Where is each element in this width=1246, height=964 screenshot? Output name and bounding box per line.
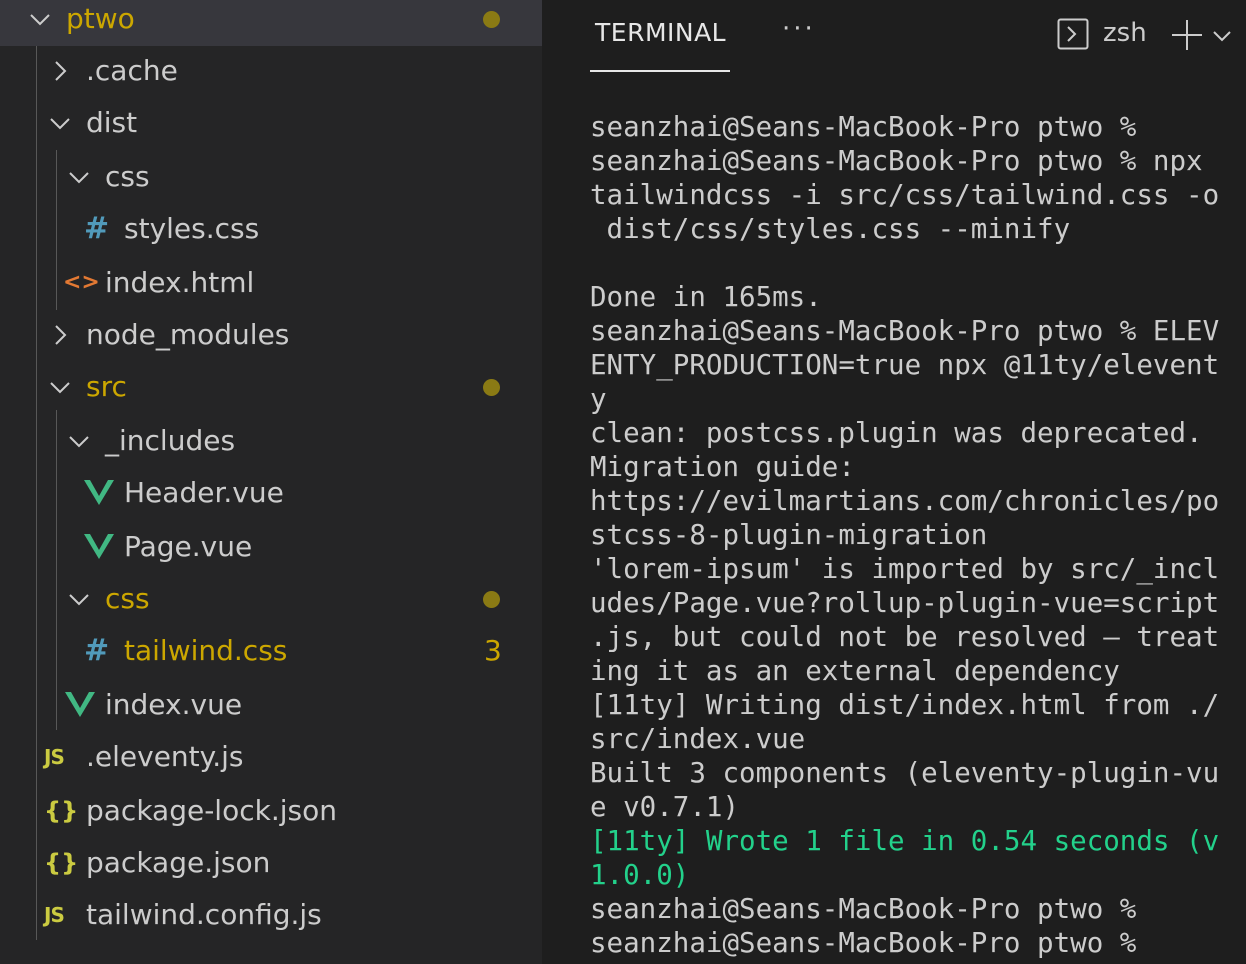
tab-terminal[interactable]: TERMINAL (595, 18, 726, 47)
tree-label: css (105, 160, 150, 193)
terminal-line: y (590, 383, 607, 415)
terminal-line: seanzhai@Seans-MacBook-Pro ptwo % (590, 927, 1137, 959)
terminal-line: Done in 165ms. (590, 281, 822, 313)
css-file-icon: # (84, 211, 110, 246)
shell-name[interactable]: zsh (1103, 18, 1147, 48)
tree-label: tailwind.config.js (86, 898, 322, 931)
tree-file-index-vue[interactable]: index.vue (0, 680, 542, 732)
tree-file-package-json[interactable]: {} package.json (0, 838, 542, 890)
more-actions-icon[interactable]: ··· (782, 14, 816, 44)
chevron-down-icon (48, 375, 72, 399)
terminal-line: [11ty] Wrote 1 file in 0.54 seconds (v (590, 825, 1220, 857)
vue-file-icon (84, 532, 114, 562)
tree-label: _includes (105, 424, 236, 457)
terminal-line: seanzhai@Seans-MacBook-Pro ptwo % npx (590, 145, 1203, 177)
tree-label: ptwo (66, 2, 135, 35)
json-file-icon: {} (44, 849, 79, 877)
problems-count-badge: 3 (484, 634, 502, 667)
tree-folder-includes[interactable]: _includes (0, 416, 542, 468)
chevron-down-icon (28, 7, 52, 31)
js-file-icon: JS (44, 745, 65, 769)
tree-folder-ptwo[interactable]: ptwo (0, 0, 542, 46)
terminal-line: ing it as an external dependency (590, 655, 1120, 687)
tree-label: .cache (86, 54, 178, 87)
vscode-window: ptwo .cache dist css # styles.css <> ind… (0, 0, 1246, 964)
tree-label: src (86, 370, 127, 403)
terminal-line: udes/Page.vue?rollup-plugin-vue=script (590, 587, 1220, 619)
chevron-down-icon (67, 165, 91, 189)
tree-folder-dist[interactable]: dist (0, 98, 542, 150)
tree-file-index-html[interactable]: <> index.html (0, 258, 542, 310)
css-file-icon: # (84, 633, 110, 668)
tree-label: styles.css (124, 212, 260, 245)
tree-label: dist (86, 106, 138, 139)
terminal-line: seanzhai@Seans-MacBook-Pro ptwo % (590, 111, 1137, 143)
active-tab-indicator (590, 70, 730, 72)
new-terminal-plus-icon[interactable] (1170, 18, 1204, 52)
tree-file-package-lock-json[interactable]: {} package-lock.json (0, 786, 542, 838)
tree-file-tailwind-css[interactable]: # tailwind.css 3 (0, 626, 542, 678)
terminal-panel: TERMINAL ··· zsh seanzhai@Seans-MacBook-… (542, 0, 1246, 964)
tree-file-page-vue[interactable]: Page.vue (0, 522, 542, 574)
chevron-right-icon (48, 59, 72, 83)
tree-label: Page.vue (124, 530, 253, 563)
tree-folder-node-modules[interactable]: node_modules (0, 310, 542, 362)
terminal-line: src/index.vue (590, 723, 806, 755)
terminal-line: https://evilmartians.com/chronicles/po (590, 485, 1220, 517)
tree-folder-src[interactable]: src (0, 362, 542, 414)
explorer-sidebar: ptwo .cache dist css # styles.css <> ind… (0, 0, 542, 964)
tree-label: .eleventy.js (86, 740, 244, 773)
modified-dot (483, 379, 500, 396)
terminal-line: 1.0.0) (590, 859, 690, 891)
json-file-icon: {} (44, 797, 79, 825)
tree-label: index.html (105, 266, 255, 299)
tree-label: css (105, 582, 150, 615)
terminal-line: Built 3 components (eleventy-plugin-vu (590, 757, 1220, 789)
terminal-output[interactable]: seanzhai@Seans-MacBook-Pro ptwo % seanzha… (590, 110, 1246, 960)
terminal-line: clean: postcss.plugin was deprecated. (590, 417, 1203, 449)
terminal-line: Migration guide: (590, 451, 855, 483)
chevron-down-icon[interactable] (1212, 26, 1232, 46)
terminal-shell-icon[interactable] (1057, 18, 1089, 50)
html-file-icon: <> (63, 270, 100, 295)
tree-file-tailwind-config-js[interactable]: JS tailwind.config.js (0, 890, 542, 942)
chevron-down-icon (67, 429, 91, 453)
tree-label: Header.vue (124, 476, 284, 509)
tree-label: index.vue (105, 688, 243, 721)
terminal-line: dist/css/styles.css --minify (590, 213, 1071, 245)
tree-label: package-lock.json (86, 794, 337, 827)
terminal-line: stcss-8-plugin-migration (590, 519, 988, 551)
tree-file-eleventy-js[interactable]: JS .eleventy.js (0, 732, 542, 784)
tree-file-styles-css[interactable]: # styles.css (0, 204, 542, 256)
terminal-line: ENTY_PRODUCTION=true npx @11ty/elevent (590, 349, 1220, 381)
terminal-line: 'lorem-ipsum' is imported by src/_incl (590, 553, 1220, 585)
vue-file-icon (65, 690, 95, 720)
tree-folder-src-css[interactable]: css (0, 574, 542, 626)
modified-dot (483, 11, 500, 28)
tree-label: node_modules (86, 318, 290, 351)
chevron-down-icon (67, 587, 91, 611)
tree-label: tailwind.css (124, 634, 288, 667)
js-file-icon: JS (44, 903, 65, 927)
tree-file-header-vue[interactable]: Header.vue (0, 468, 542, 520)
terminal-line: seanzhai@Seans-MacBook-Pro ptwo % (590, 893, 1137, 925)
chevron-right-icon (48, 323, 72, 347)
vue-file-icon (84, 478, 114, 508)
terminal-line: .js, but could not be resolved – treat (590, 621, 1220, 653)
tree-folder-cache[interactable]: .cache (0, 46, 542, 98)
modified-dot (483, 591, 500, 608)
tree-label: package.json (86, 846, 271, 879)
terminal-line: [11ty] Writing dist/index.html from ./ (590, 689, 1220, 721)
terminal-line: tailwindcss -i src/css/tailwind.css -o (590, 179, 1220, 211)
terminal-line: e v0.7.1) (590, 791, 740, 823)
terminal-line: seanzhai@Seans-MacBook-Pro ptwo % ELEV (590, 315, 1220, 347)
chevron-down-icon (48, 111, 72, 135)
tree-folder-dist-css[interactable]: css (0, 152, 542, 204)
